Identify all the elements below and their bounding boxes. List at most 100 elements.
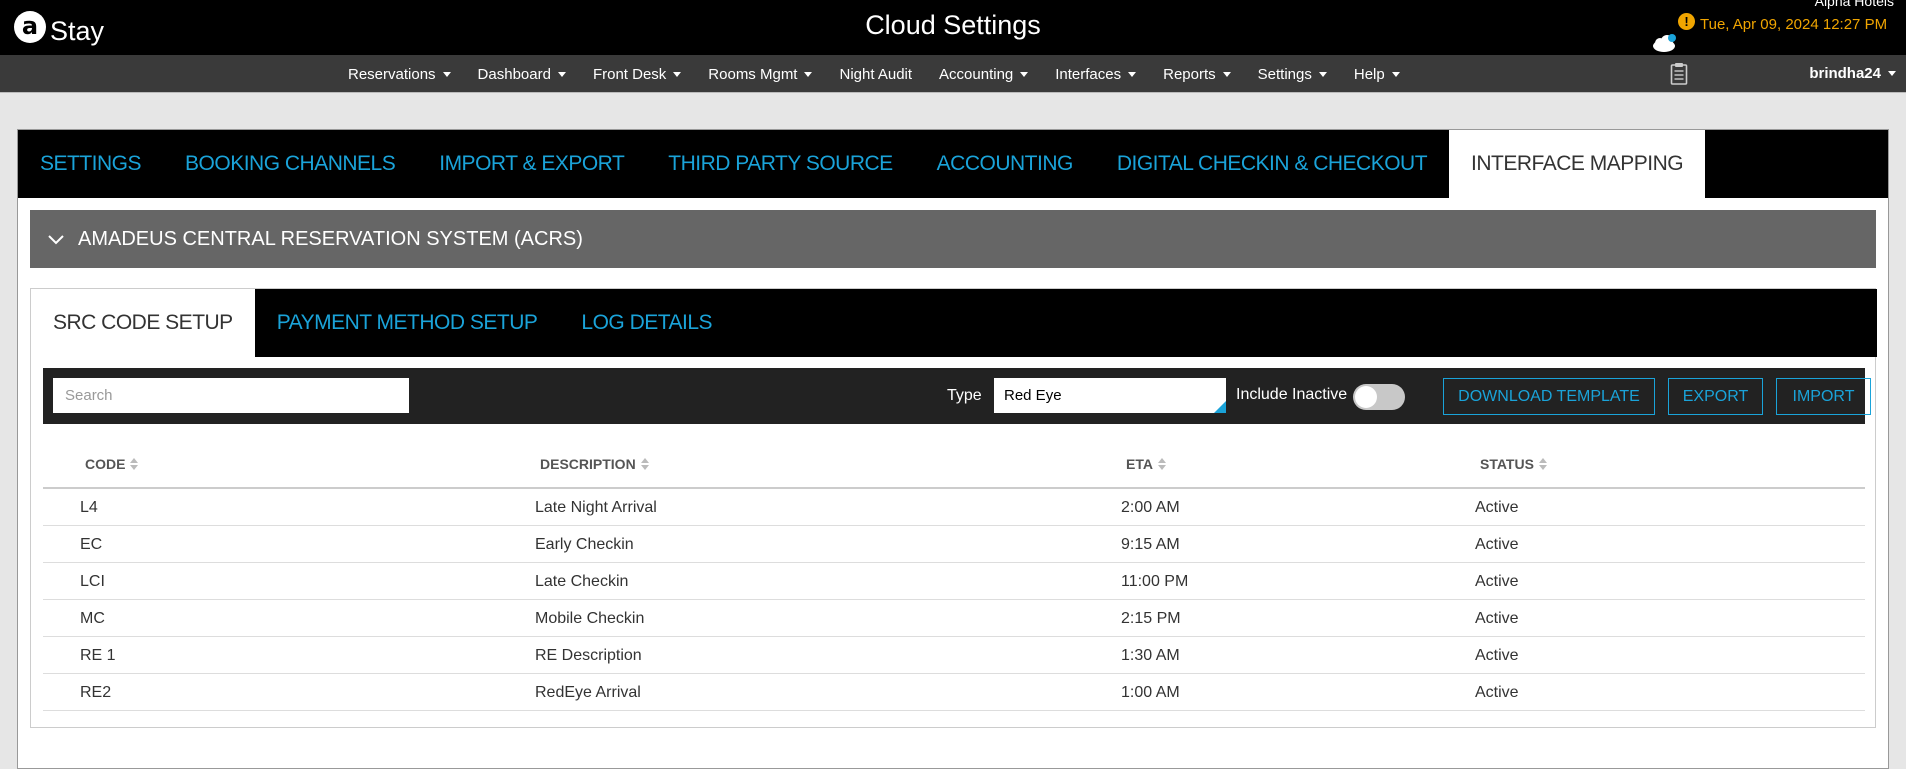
column-header-description[interactable]: DESCRIPTION bbox=[540, 456, 649, 472]
nav-item-dashboard[interactable]: Dashboard bbox=[478, 66, 566, 83]
settings-tabs: SETTINGS BOOKING CHANNELS IMPORT & EXPORT T… bbox=[18, 130, 1888, 198]
nav-item-rooms-mgmt[interactable]: Rooms Mgmt bbox=[708, 66, 813, 83]
column-header-status[interactable]: STATUS bbox=[1480, 456, 1547, 472]
table-row[interactable]: LCI Late Checkin 11:00 PM Active bbox=[43, 563, 1865, 600]
cell-code: LCI bbox=[80, 573, 105, 590]
chevron-down-icon bbox=[1391, 71, 1400, 77]
column-header-label: STATUS bbox=[1480, 456, 1534, 472]
toggle-knob bbox=[1355, 386, 1377, 408]
nav-item-label: Accounting bbox=[939, 65, 1014, 83]
nav-item-label: Reports bbox=[1163, 65, 1216, 83]
include-inactive-label: Include Inactive bbox=[1236, 386, 1348, 403]
nav-item-label: Night Audit bbox=[839, 65, 913, 83]
cell-status: Active bbox=[1475, 684, 1519, 701]
chevron-down-icon bbox=[1318, 71, 1327, 77]
table-row[interactable]: MC Mobile Checkin 2:15 PM Active bbox=[43, 600, 1865, 637]
nav-item-label: Help bbox=[1353, 65, 1385, 83]
cell-code: EC bbox=[80, 536, 103, 553]
username: brindha24 bbox=[1809, 65, 1881, 82]
chevron-down-icon bbox=[1128, 71, 1137, 77]
table-row[interactable]: EC Early Checkin 9:15 AM Active bbox=[43, 526, 1865, 563]
search-input[interactable] bbox=[53, 378, 409, 413]
type-label: Type bbox=[947, 387, 982, 404]
cell-eta: 2:15 PM bbox=[1121, 610, 1181, 627]
nav-item-label: Dashboard bbox=[477, 65, 551, 83]
export-button[interactable]: EXPORT bbox=[1668, 378, 1763, 415]
acrs-accordion-header[interactable]: AMADEUS CENTRAL RESERVATION SYSTEM (ACRS… bbox=[30, 210, 1876, 268]
src-code-table: CODE DESCRIPTION ETA STATUS L4 Late Night… bbox=[43, 424, 1865, 711]
nav-item-label: Front Desk bbox=[592, 65, 667, 83]
nav-item-help[interactable]: Help bbox=[1354, 66, 1400, 83]
cell-code: L4 bbox=[80, 499, 98, 516]
table-header: CODE DESCRIPTION ETA STATUS bbox=[43, 424, 1865, 489]
cell-status: Active bbox=[1475, 647, 1519, 664]
type-select[interactable]: Red Eye bbox=[994, 378, 1226, 413]
cell-code: RE 1 bbox=[80, 647, 116, 664]
include-inactive-toggle[interactable] bbox=[1353, 384, 1405, 410]
chevron-down-icon bbox=[804, 71, 813, 77]
nav-item-front-desk[interactable]: Front Desk bbox=[592, 65, 682, 83]
cell-eta: 9:15 AM bbox=[1121, 536, 1180, 553]
tab-accounting[interactable]: ACCOUNTING bbox=[915, 130, 1095, 198]
nav-item-reservations[interactable]: Reservations bbox=[348, 66, 451, 83]
accordion-title: AMADEUS CENTRAL RESERVATION SYSTEM (ACRS… bbox=[78, 227, 583, 250]
table-toolbar: Type Red Eye Include Inactive DOWNLOAD T… bbox=[43, 368, 1871, 424]
sub-tab-payment-method-setup[interactable]: PAYMENT METHOD SETUP bbox=[255, 289, 560, 357]
alert-icon[interactable]: ! bbox=[1678, 13, 1695, 30]
tab-third-party-source[interactable]: THIRD PARTY SOURCE bbox=[646, 130, 914, 198]
current-datetime: Tue, Apr 09, 2024 12:27 PM bbox=[1700, 16, 1888, 33]
tab-booking-channels[interactable]: BOOKING CHANNELS bbox=[163, 130, 417, 198]
nav-item-reports[interactable]: Reports bbox=[1163, 66, 1231, 83]
sub-tab-src-code-setup[interactable]: SRC CODE SETUP bbox=[31, 289, 255, 357]
chevron-down-icon bbox=[1888, 71, 1896, 76]
acrs-panel: SRC CODE SETUP PAYMENT METHOD SETUP LOG DE… bbox=[30, 288, 1877, 728]
tab-import-and-export[interactable]: IMPORT & EXPORT bbox=[417, 130, 646, 198]
cell-eta: 1:30 AM bbox=[1121, 647, 1180, 664]
chevron-down-icon bbox=[673, 71, 682, 77]
column-header-code[interactable]: CODE bbox=[85, 456, 139, 472]
chevron-down-icon bbox=[1222, 71, 1231, 77]
table-row[interactable]: RE 1 RE Description 1:30 AM Active bbox=[43, 637, 1865, 674]
column-header-eta[interactable]: ETA bbox=[1126, 456, 1166, 472]
nav-item-interfaces[interactable]: Interfaces bbox=[1055, 66, 1137, 83]
cell-eta: 1:00 AM bbox=[1121, 684, 1180, 701]
tab-interface-mapping[interactable]: INTERFACE MAPPING bbox=[1449, 130, 1706, 198]
clipboard-icon[interactable] bbox=[1670, 62, 1688, 91]
column-header-label: CODE bbox=[85, 456, 126, 472]
settings-panel: SETTINGS BOOKING CHANNELS IMPORT & EXPORT T… bbox=[17, 129, 1889, 769]
page-title: Cloud Settings bbox=[865, 10, 1041, 40]
cell-description: Mobile Checkin bbox=[535, 610, 645, 627]
download-template-button[interactable]: DOWNLOAD TEMPLATE bbox=[1443, 378, 1655, 415]
hotel-name: Alpha Hotels bbox=[1814, 0, 1894, 9]
tab-digital-checkin-and-checkout[interactable]: DIGITAL CHECKIN & CHECKOUT bbox=[1095, 130, 1449, 198]
chevron-down-icon bbox=[1020, 71, 1029, 77]
cell-description: Early Checkin bbox=[535, 536, 634, 553]
nav-menu: Reservations Dashboard Front Desk Rooms Mgm… bbox=[348, 55, 1427, 93]
type-select-value: Red Eye bbox=[1004, 387, 1062, 404]
table-row[interactable]: L4 Late Night Arrival 2:00 AM Active bbox=[43, 489, 1865, 526]
chevron-down-icon bbox=[442, 71, 451, 77]
sub-tab-log-details[interactable]: LOG DETAILS bbox=[559, 289, 734, 357]
dropdown-corner-icon bbox=[1214, 401, 1226, 413]
import-button[interactable]: IMPORT bbox=[1776, 378, 1871, 415]
nav-item-accounting[interactable]: Accounting bbox=[939, 65, 1029, 83]
cell-description: RedEye Arrival bbox=[535, 684, 641, 701]
acrs-sub-tabs: SRC CODE SETUP PAYMENT METHOD SETUP LOG DE… bbox=[31, 289, 1877, 357]
table-row[interactable]: RE2 RedEye Arrival 1:00 AM Active bbox=[43, 674, 1865, 711]
cell-status: Active bbox=[1475, 536, 1519, 553]
nav-item-night-audit[interactable]: Night Audit bbox=[839, 66, 912, 83]
user-menu[interactable]: brindha24 bbox=[1809, 65, 1896, 82]
tab-settings[interactable]: SETTINGS bbox=[18, 130, 163, 198]
chevron-down-icon bbox=[557, 71, 566, 77]
column-header-label: DESCRIPTION bbox=[540, 456, 636, 472]
cell-description: Late Night Arrival bbox=[535, 499, 657, 516]
sort-icon bbox=[1157, 458, 1166, 470]
cell-description: Late Checkin bbox=[535, 573, 629, 590]
sort-icon bbox=[130, 458, 139, 470]
cell-code: MC bbox=[80, 610, 105, 627]
nav-item-settings[interactable]: Settings bbox=[1258, 66, 1327, 83]
sort-icon bbox=[1538, 458, 1547, 470]
table-body: L4 Late Night Arrival 2:00 AM Active EC Early… bbox=[43, 489, 1865, 711]
cell-eta: 11:00 PM bbox=[1121, 573, 1189, 590]
column-header-label: ETA bbox=[1126, 456, 1153, 472]
